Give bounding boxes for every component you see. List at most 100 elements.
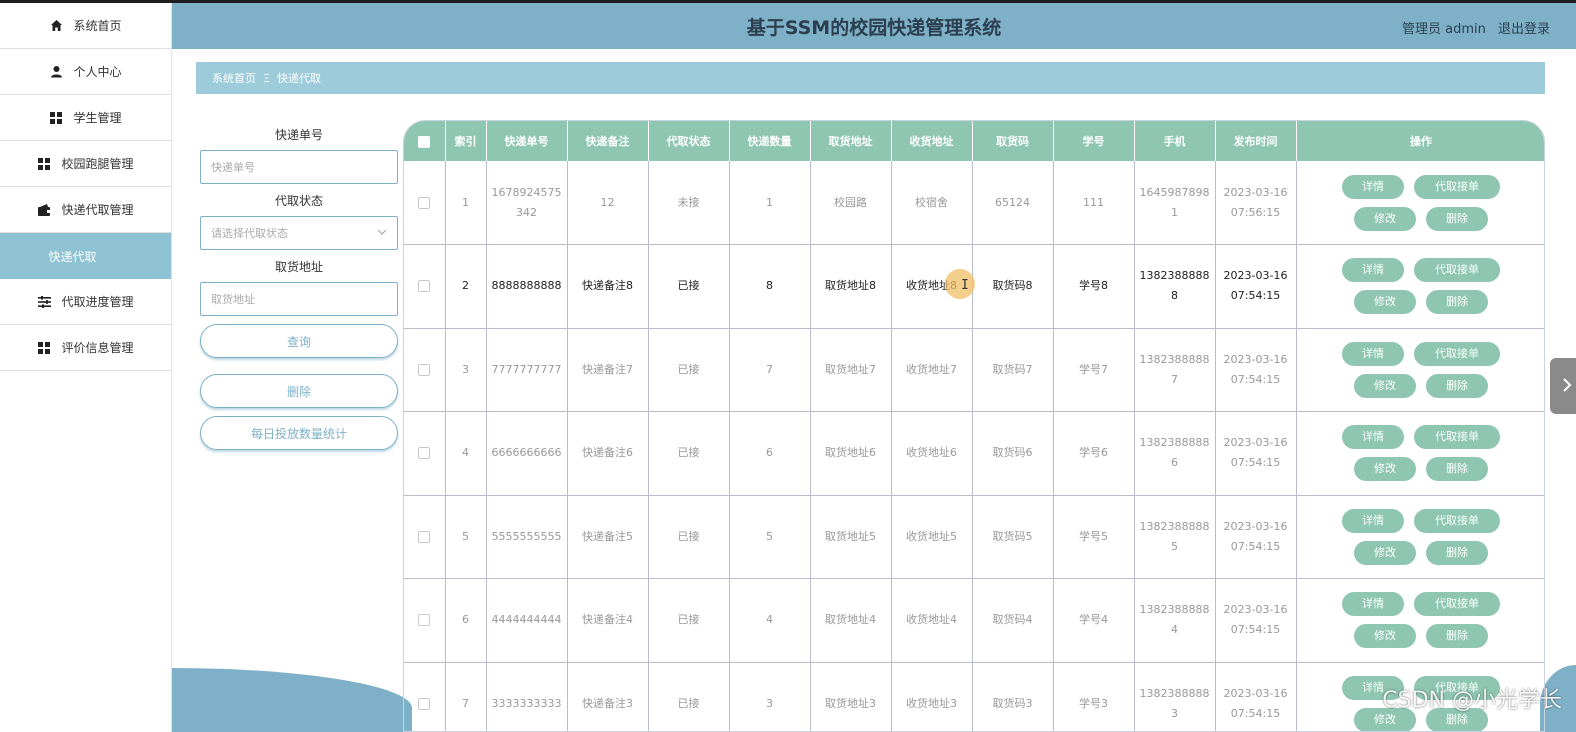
sidebar-item-label: 评价信息管理 (61, 341, 134, 355)
column-header: 学号 (1053, 121, 1135, 161)
sidebar-item-pickup[interactable]: 快递代取 (0, 233, 171, 279)
sidebar-item-profile[interactable]: 个人中心 (0, 49, 171, 95)
row-checkbox[interactable] (418, 530, 431, 543)
sidebar-item-progress[interactable]: 代取进度管理 (0, 279, 171, 325)
table-cell: 取货地址5 (810, 495, 892, 579)
table-cell: 5 (445, 495, 487, 579)
row-checkbox[interactable] (418, 447, 431, 460)
table-cell: 已接 (648, 328, 730, 412)
logout-link[interactable]: 退出登录 (1498, 22, 1550, 37)
row-checkbox[interactable] (418, 280, 431, 293)
detail-button[interactable]: 详情 (1342, 174, 1404, 199)
table-cell: 7777777777 (486, 328, 568, 412)
delete-row-button[interactable]: 删除 (1426, 624, 1488, 649)
detail-button[interactable]: 详情 (1342, 341, 1404, 366)
sidebar-item-label: 代取进度管理 (61, 295, 134, 309)
column-header: 快递数量 (729, 121, 811, 161)
accept-order-button[interactable]: 代取接单 (1414, 508, 1500, 533)
sliders-icon (37, 295, 51, 309)
delete-row-button[interactable]: 删除 (1426, 540, 1488, 565)
table-cell: 取货码6 (972, 411, 1054, 496)
table-cell: 8 (729, 244, 811, 329)
table-cell: 学号5 (1053, 495, 1135, 579)
row-select-cell (404, 244, 446, 329)
sidebar-item-home[interactable]: 系统首页 (0, 3, 171, 49)
table-cell: 2023-03-16 07:54:15 (1215, 411, 1297, 496)
accept-order-button[interactable]: 代取接单 (1414, 258, 1500, 283)
edit-button[interactable]: 修改 (1354, 206, 1416, 231)
sidebar-item-students[interactable]: 学生管理 (0, 95, 171, 141)
detail-button[interactable]: 详情 (1342, 258, 1404, 283)
user-area: 管理员 admin 退出登录 (1394, 18, 1550, 37)
table-cell: 收货地址7 (891, 328, 973, 412)
grid-icon (37, 157, 51, 171)
chevron-down-icon (377, 227, 387, 240)
delete-row-button[interactable]: 删除 (1426, 457, 1488, 482)
wallet-icon (37, 203, 51, 217)
row-checkbox[interactable] (418, 196, 431, 209)
accept-order-button[interactable]: 代取接单 (1414, 341, 1500, 366)
accept-order-button[interactable]: 代取接单 (1414, 425, 1500, 450)
edit-button[interactable]: 修改 (1354, 457, 1416, 482)
delete-row-button[interactable]: 删除 (1426, 290, 1488, 315)
table-cell: 13823888883 (1134, 662, 1216, 731)
sidebar-item-reviews[interactable]: 评价信息管理 (0, 325, 171, 371)
accept-order-button[interactable]: 代取接单 (1414, 174, 1500, 199)
edit-button[interactable]: 修改 (1354, 624, 1416, 649)
tracking-number-input[interactable]: 快递单号 (200, 150, 398, 184)
row-checkbox[interactable] (418, 697, 431, 710)
row-checkbox[interactable] (418, 614, 431, 627)
status-label: 代取状态 (274, 194, 323, 208)
select-all-checkbox[interactable] (418, 135, 431, 148)
table-cell: 6 (445, 578, 487, 663)
table-cell: 收货地址3 (891, 662, 973, 731)
sidebar-item-label: 校园跑腿管理 (61, 157, 134, 171)
sidebar-item-pickup-management[interactable]: 快递代取管理 (0, 187, 171, 233)
input-placeholder: 取货地址 (211, 293, 255, 306)
detail-button[interactable]: 详情 (1342, 592, 1404, 617)
table-cell: 6 (729, 411, 811, 496)
table-cell: 4 (445, 411, 487, 496)
query-button[interactable]: 查询 (200, 324, 398, 358)
sidebar-item-errands[interactable]: 校园跑腿管理 (0, 141, 171, 187)
edit-button[interactable]: 修改 (1354, 373, 1416, 398)
accept-order-button[interactable]: 代取接单 (1414, 592, 1500, 617)
table-row: 7 3333333333 快递备注3 已接 3 取货地址3 收货地址3 取货码3 学号3 1382… (404, 662, 1544, 731)
column-header: 索引 (445, 121, 487, 161)
row-actions: 详情 代取接单修改 删除 (1336, 592, 1506, 649)
detail-button[interactable]: 详情 (1342, 425, 1404, 450)
table-cell: 4444444444 (486, 578, 568, 663)
table-cell: 取货码4 (972, 578, 1054, 663)
row-actions: 详情 代取接单修改 删除 (1336, 508, 1506, 565)
table-cell: 2023-03-16 07:54:15 (1215, 495, 1297, 579)
pickup-address-label: 取货地址 (274, 260, 323, 274)
delete-row-button[interactable]: 删除 (1426, 373, 1488, 398)
detail-button[interactable]: 详情 (1342, 508, 1404, 533)
table-row: 1 1678924575342 12 未接 1 校园路 校宿舍 65124 111 1645987… (404, 161, 1544, 245)
delete-row-button[interactable]: 删除 (1426, 206, 1488, 231)
table-cell: 收货地址5 (891, 495, 973, 579)
row-actions-cell: 详情 代取接单修改 删除 (1296, 578, 1544, 663)
side-drawer-handle[interactable] (1550, 358, 1576, 414)
user-icon (49, 65, 63, 79)
table-cell: 13823888886 (1134, 411, 1216, 496)
table-cell: 2023-03-16 07:54:15 (1215, 662, 1297, 731)
table-cell: 2023-03-16 07:56:15 (1215, 161, 1297, 245)
edit-button[interactable]: 修改 (1354, 540, 1416, 565)
breadcrumb-home[interactable]: 系统首页 (212, 70, 256, 86)
edit-button[interactable]: 修改 (1354, 290, 1416, 315)
table-cell: 未接 (648, 161, 730, 245)
table-cell: 学号7 (1053, 328, 1135, 412)
table-cell: 取货码5 (972, 495, 1054, 579)
table-cell: 已接 (648, 495, 730, 579)
table-cell: 16459878981 (1134, 161, 1216, 245)
cursor-highlight (945, 269, 975, 299)
daily-stats-button[interactable]: 每日投放数量统计 (200, 416, 398, 450)
row-checkbox[interactable] (418, 363, 431, 376)
delete-button[interactable]: 删除 (200, 374, 398, 408)
breadcrumb: 系统首页 Ξ 快递代取 (196, 62, 1545, 94)
data-table: 索引 快递单号 快递备注 代取状态 快递数量 取货地址 收货地址 取货码 学号 … (403, 120, 1545, 732)
status-select[interactable]: 请选择代取状态 (200, 216, 398, 250)
pickup-address-input[interactable]: 取货地址 (200, 282, 398, 316)
table-cell: 3333333333 (486, 662, 568, 731)
